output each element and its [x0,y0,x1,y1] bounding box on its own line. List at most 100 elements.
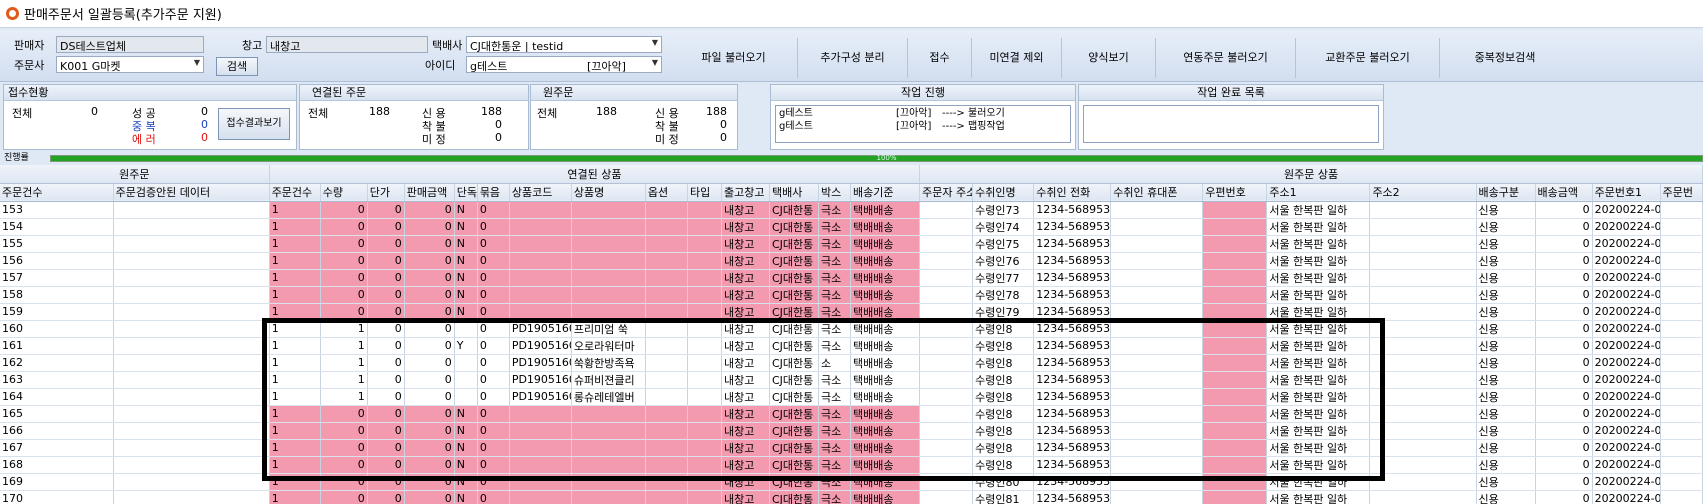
table-cell[interactable]: 1 [269,439,321,457]
split-option-button[interactable]: 추가구성 분리 [798,38,908,78]
table-cell[interactable] [687,422,722,440]
table-cell[interactable]: 1 [269,354,321,372]
table-cell[interactable]: 0 [477,201,510,219]
table-cell[interactable]: 서울 한복판 일하 [1266,235,1371,253]
table-cell[interactable]: N [454,473,478,491]
table-cell[interactable]: 극소 [818,218,852,236]
table-cell[interactable]: 내창고 [721,218,771,236]
table-cell[interactable]: 0 [1535,439,1593,457]
table-cell[interactable]: 1 [269,320,321,338]
table-cell[interactable]: 0 [1535,422,1593,440]
table-cell[interactable] [919,371,974,389]
table-cell[interactable] [645,405,688,423]
table-cell[interactable]: 1 [269,303,321,321]
table-cell[interactable]: 0 [404,473,455,491]
table-cell[interactable] [919,269,974,287]
table-cell[interactable]: 0 [1535,337,1593,355]
table-cell[interactable]: 0 [1535,235,1593,253]
table-cell[interactable] [1660,218,1703,236]
table-cell[interactable] [509,201,572,219]
table-cell[interactable] [1202,201,1268,219]
table-cell[interactable]: 수령인8 [972,456,1035,474]
table-cell[interactable]: 20200224-0 [1592,303,1661,321]
table-cell[interactable]: 롱슈레테엘버 [571,388,646,406]
duplicate-search-button[interactable]: 중복정보검색 [1440,38,1570,78]
table-cell[interactable] [687,337,722,355]
table-cell[interactable]: 0 [477,303,510,321]
table-cell[interactable] [687,201,722,219]
table-cell[interactable] [919,439,974,457]
table-cell[interactable]: 수령인78 [972,286,1035,304]
table-cell[interactable] [454,371,478,389]
table-cell[interactable]: CJ대한통 [769,235,820,253]
table-cell[interactable]: 170 [0,490,114,504]
table-cell[interactable] [919,388,974,406]
table-cell[interactable]: CJ대한통 [769,439,820,457]
table-cell[interactable] [1369,235,1477,253]
table-cell[interactable]: 서울 한복판 일하 [1266,490,1371,504]
table-cell[interactable] [113,422,270,440]
table-cell[interactable]: CJ대한통 [769,337,820,355]
table-cell[interactable] [113,388,270,406]
table-cell[interactable] [687,439,722,457]
table-cell[interactable]: 0 [477,252,510,270]
column-header[interactable]: 택배사 [769,183,820,202]
table-cell[interactable]: 극소 [818,303,852,321]
table-cell[interactable]: 신용 [1476,201,1536,219]
table-cell[interactable]: 0 [320,490,368,504]
table-cell[interactable] [1660,320,1703,338]
table-cell[interactable]: CJ대한통 [769,422,820,440]
table-cell[interactable]: 0 [404,252,455,270]
table-cell[interactable]: 0 [404,371,455,389]
table-cell[interactable] [645,439,688,457]
table-cell[interactable] [113,354,270,372]
table-cell[interactable] [1110,422,1204,440]
table-cell[interactable]: N [454,269,478,287]
table-cell[interactable] [919,337,974,355]
table-cell[interactable] [571,456,646,474]
table-cell[interactable]: 1234-5689535 [1033,473,1112,491]
table-cell[interactable]: N [454,439,478,457]
table-cell[interactable]: 0 [404,286,455,304]
table-cell[interactable] [645,490,688,504]
table-cell[interactable] [1202,405,1268,423]
column-header[interactable]: 주소2 [1369,183,1477,202]
table-cell[interactable]: 0 [367,354,405,372]
chevron-down-icon[interactable]: ▼ [652,38,658,47]
view-format-button[interactable]: 양식보기 [1062,38,1156,78]
table-cell[interactable] [509,218,572,236]
table-cell[interactable] [1369,354,1477,372]
table-cell[interactable]: CJ대한통 [769,490,820,504]
table-cell[interactable]: 신용 [1476,473,1536,491]
table-cell[interactable] [1660,422,1703,440]
table-cell[interactable]: 1 [269,490,321,504]
table-cell[interactable]: 1234-5689531 [1033,456,1112,474]
table-cell[interactable] [113,473,270,491]
table-cell[interactable]: 택배배송 [850,456,921,474]
table-cell[interactable] [509,490,572,504]
table-cell[interactable]: 서울 한복판 일하 [1266,439,1371,457]
table-cell[interactable]: 0 [1535,388,1593,406]
table-cell[interactable]: 택배배송 [850,405,921,423]
table-cell[interactable]: 0 [320,439,368,457]
table-cell[interactable]: 0 [477,320,510,338]
table-cell[interactable]: 서울 한복판 일하 [1266,286,1371,304]
table-cell[interactable]: 수령인8 [972,422,1035,440]
table-cell[interactable] [687,235,722,253]
table-cell[interactable] [919,354,974,372]
table-cell[interactable]: 20200224-0 [1592,320,1661,338]
table-cell[interactable]: 0 [404,303,455,321]
table-cell[interactable]: PD19051600 [509,371,572,389]
table-cell[interactable] [1110,252,1204,270]
table-cell[interactable]: N [454,422,478,440]
table-cell[interactable] [1660,388,1703,406]
table-cell[interactable]: PD19051600 [509,354,572,372]
table-cell[interactable]: 0 [320,235,368,253]
table-cell[interactable]: 택배배송 [850,371,921,389]
table-cell[interactable]: 20200224-0 [1592,388,1661,406]
table-cell[interactable]: 0 [367,388,405,406]
table-cell[interactable] [1369,371,1477,389]
table-cell[interactable]: 155 [0,235,114,253]
table-cell[interactable] [1369,405,1477,423]
table-cell[interactable]: 0 [477,388,510,406]
